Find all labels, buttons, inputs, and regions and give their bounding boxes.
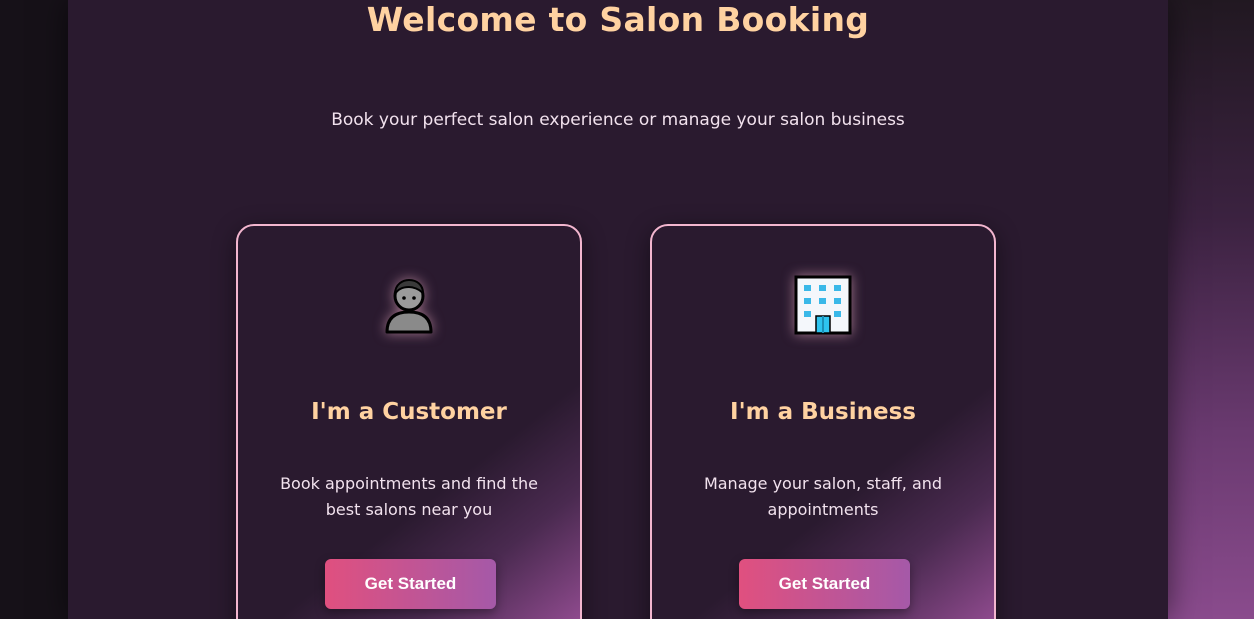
person-icon [379,274,439,336]
office-building-icon [793,274,853,336]
business-get-started-button[interactable]: Get Started [739,559,910,609]
customer-card-title: I'm a Customer [311,399,507,425]
customer-get-started-button[interactable]: Get Started [325,559,496,609]
business-card-title: I'm a Business [730,399,916,425]
left-backdrop [0,0,68,619]
page-subtitle: Book your perfect salon experience or ma… [331,110,905,130]
customer-card-description: Book appointments and find the best salo… [280,474,538,519]
welcome-panel: Welcome to Salon Booking Book your perfe… [68,0,1168,619]
page-title: Welcome to Salon Booking [366,0,870,39]
customer-card[interactable]: I'm a Customer Book appointments and fin… [236,224,582,619]
business-card[interactable]: I'm a Business Manage your salon, staff,… [650,224,996,619]
business-card-description: Manage your salon, staff, and appointmen… [703,474,943,519]
right-backdrop [1168,0,1254,619]
